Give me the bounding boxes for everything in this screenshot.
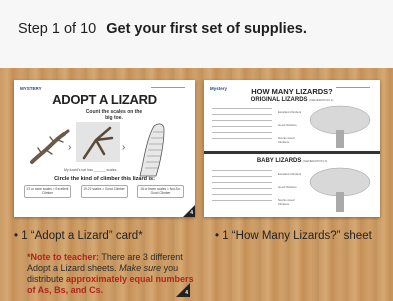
toe-scales-icon: [139, 123, 165, 177]
table-row: Excellent Climbers: [278, 172, 302, 176]
table-row: Excellent Climbers: [278, 110, 302, 114]
card-title: ADOPT A LIZARD: [52, 92, 157, 107]
step-heading: Step 1 of 10 Get your first set of suppl…: [18, 21, 307, 37]
climber-table: Excellent Climbers Good Climbers Not-So-…: [278, 110, 302, 144]
supply-item-how-many-sheet: • 1 “How Many Lizards?” sheet: [215, 230, 372, 242]
original-lizards-heading: ORIGINAL LIZARDS (GENERATION 1): [204, 97, 380, 103]
climber-table: Excellent Climbers Good Climbers Not-So-…: [278, 172, 302, 206]
climber-option: 18 or fewer scales = Not-So-Good Climber: [137, 185, 184, 198]
climber-options: 23 or more scales = Excellent Climber 19…: [24, 185, 184, 199]
step-number: Step 1 of 10: [18, 21, 97, 37]
teacher-note: *Note to teacher: There are 3 different …: [27, 252, 197, 296]
table-row: Good Climbers: [278, 185, 297, 189]
tree-icon: [309, 105, 371, 148]
table-row: Not-So-Good Climbers: [278, 136, 295, 144]
generation-label: (GENERATION 2): [303, 159, 328, 163]
baby-lizards-heading: BABY LIZARDS (GENERATION 2): [204, 158, 380, 164]
badge-number: 4: [185, 290, 188, 296]
sheet-title: HOW MANY LIZARDS?: [251, 87, 333, 96]
how-many-lizards-sheet: Mystery HOW MANY LIZARDS? ORIGINAL LIZAR…: [204, 80, 380, 217]
circle-instruction: Circle the kind of climber this lizard i…: [54, 176, 155, 182]
step-title: Get your first set of supplies.: [106, 21, 307, 37]
corner-badge: 4: [183, 205, 195, 217]
lizard-icon: [30, 129, 70, 164]
table-row: Good Climbers: [278, 123, 297, 127]
note-lead: *Note to teacher:: [27, 252, 100, 262]
tree-icon: [309, 167, 371, 212]
arrow-icon: ›: [122, 142, 126, 153]
name-field-line: [151, 87, 185, 88]
text-lines: [212, 108, 272, 144]
section-title: ORIGINAL LIZARDS: [250, 97, 308, 103]
climber-option: 23 or more scales = Excellent Climber: [24, 185, 71, 198]
supply-item-adopt-card: • 1 “Adopt a Lizard” card*: [14, 230, 143, 242]
scale-count-caption: My lizard's toe has ______ scales.: [64, 168, 118, 172]
generation-label: (GENERATION 1): [309, 98, 334, 102]
badge-number: 4: [190, 210, 193, 216]
section-divider: [204, 151, 380, 154]
text-lines: [212, 170, 272, 206]
note-emphasis: Make sure: [119, 263, 162, 273]
climber-option: 19-22 scales = Good Climber: [80, 185, 128, 198]
step-header: Step 1 of 10 Get your first set of suppl…: [0, 0, 393, 68]
section-title: BABY LIZARDS: [256, 158, 302, 164]
mystery-logo: MYSTERY: [20, 86, 42, 91]
table-row: Not-So-Good Climbers: [278, 198, 295, 206]
arrow-icon: ›: [68, 142, 72, 153]
adopt-a-lizard-card: MYSTERY ADOPT A LIZARD Count the scales …: [14, 80, 195, 217]
toe-photo: [76, 122, 120, 162]
